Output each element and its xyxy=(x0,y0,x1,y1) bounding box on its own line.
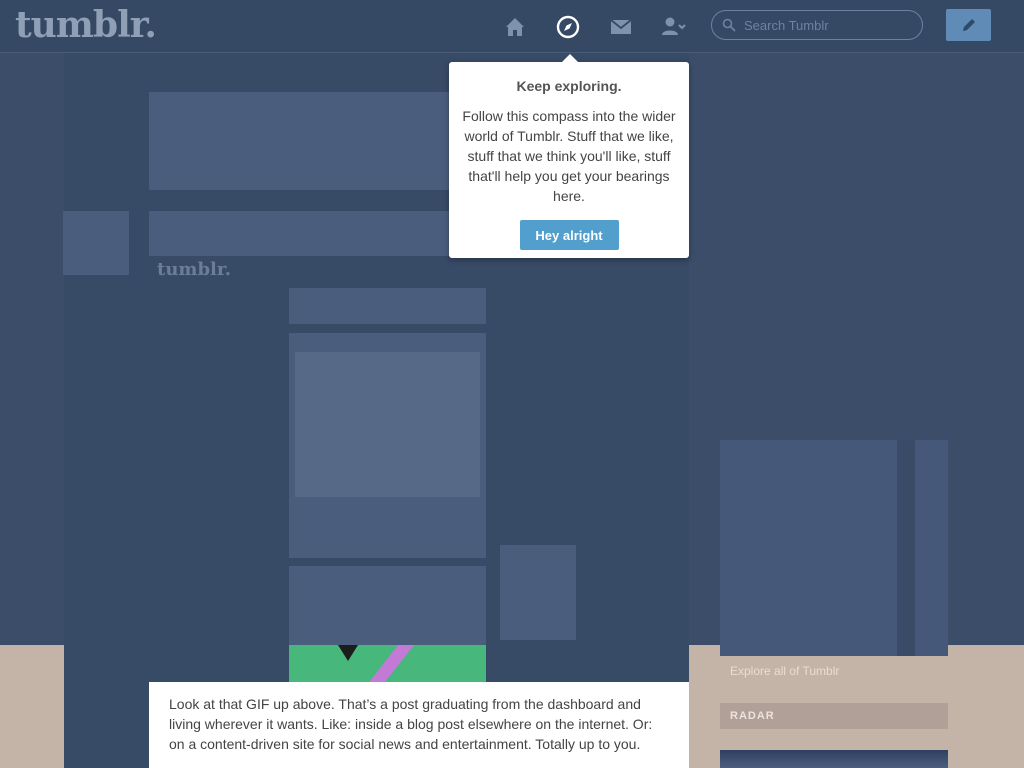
ghost-side-card xyxy=(500,545,576,640)
ghost-logo: tumblr. xyxy=(157,259,231,280)
article-panel: Look at that GIF up above. That’s a post… xyxy=(149,682,689,768)
ghost-header-bar xyxy=(149,211,489,256)
compose-post-button[interactable] xyxy=(946,9,991,41)
ghost-avatar xyxy=(63,211,129,275)
popover-body: Follow this compass into the wider world… xyxy=(462,108,676,204)
explore-all-link[interactable]: Explore all of Tumblr xyxy=(730,664,839,678)
search-icon xyxy=(722,18,736,32)
article-paragraph: Look at that GIF up above. That’s a post… xyxy=(169,696,653,752)
mail-icon[interactable] xyxy=(608,14,634,40)
account-icon[interactable] xyxy=(661,14,687,40)
hey-alright-button[interactable]: Hey alright xyxy=(519,220,619,250)
popover-title: Keep exploring. xyxy=(516,78,622,94)
ghost-post-image xyxy=(295,352,480,497)
compass-icon[interactable] xyxy=(555,14,581,40)
radar-post-image[interactable] xyxy=(720,750,948,768)
home-icon[interactable] xyxy=(502,14,528,40)
radar-heading: RADAR xyxy=(720,703,948,729)
tumblr-logo[interactable]: tumblr. xyxy=(15,4,157,46)
top-nav-bar: tumblr. xyxy=(0,0,1024,53)
search-box[interactable] xyxy=(711,10,923,40)
ghost-swatches xyxy=(289,288,486,324)
search-input[interactable] xyxy=(742,16,906,34)
pencil-icon xyxy=(962,19,975,31)
gif-black-triangle xyxy=(338,645,358,661)
ghost-post-card-2 xyxy=(289,566,486,645)
sidebar-scrollbar[interactable] xyxy=(897,440,915,656)
explore-tooltip-popover: Keep exploring. Follow this compass into… xyxy=(449,54,689,258)
